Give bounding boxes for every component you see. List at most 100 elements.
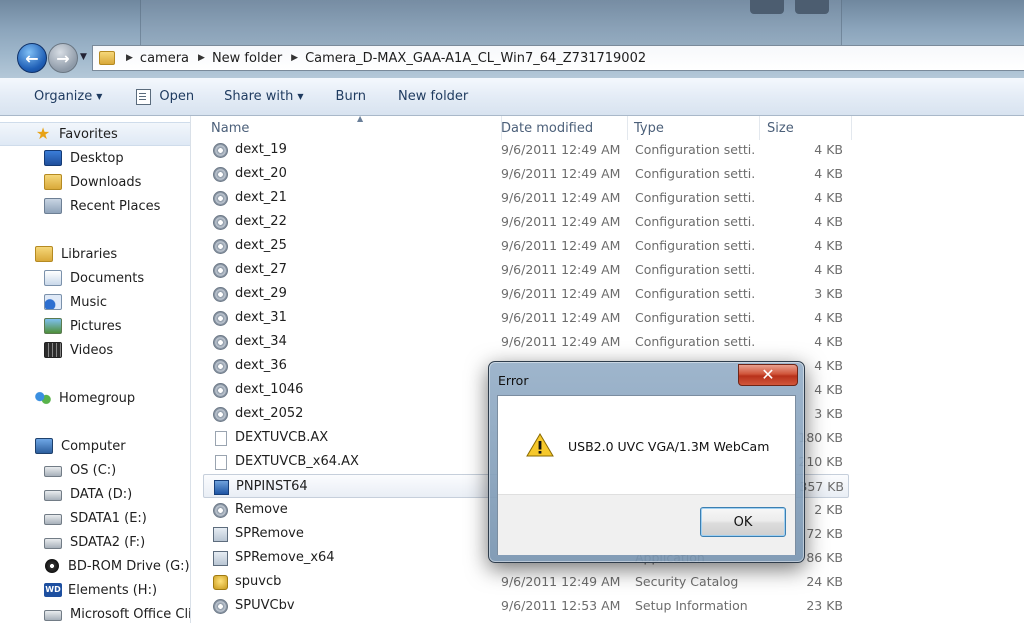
sidebar-item-office-click[interactable]: Microsoft Office Click xyxy=(0,603,190,623)
settings-file-icon xyxy=(213,143,228,158)
file-size: 24 KB xyxy=(806,574,843,589)
breadcrumb-camera[interactable]: camera xyxy=(140,51,189,66)
drive-icon xyxy=(44,490,62,501)
pictures-icon xyxy=(44,318,62,334)
sidebar-item-os-c[interactable]: OS (C:) xyxy=(0,459,190,481)
settings-file-icon xyxy=(213,503,228,518)
sidebar-item-label: SDATA1 (E:) xyxy=(70,510,147,526)
table-row[interactable]: dext_34 9/6/2011 12:49 AM Configuration se… xyxy=(203,330,849,354)
sidebar-item-homegroup[interactable]: Homegroup xyxy=(0,387,190,409)
breadcrumb-chevron-icon[interactable]: ▶ xyxy=(291,53,298,63)
file-name: dext_19 xyxy=(235,142,287,157)
sidebar-item-label: Downloads xyxy=(70,174,142,190)
forward-button[interactable]: → xyxy=(48,43,78,73)
sidebar-item-desktop[interactable]: Desktop xyxy=(0,147,190,169)
breadcrumb-chevron-icon[interactable]: ▶ xyxy=(126,53,133,63)
column-header-name[interactable]: ▲ Name xyxy=(203,116,502,140)
sidebar-item-sdata2-f[interactable]: SDATA2 (F:) xyxy=(0,531,190,553)
table-row[interactable]: dext_22 9/6/2011 12:49 AM Configuration se… xyxy=(203,210,849,234)
back-button[interactable]: ← xyxy=(17,43,47,73)
file-size: 4 KB xyxy=(814,238,843,253)
chevron-down-icon: ▼ xyxy=(96,92,103,101)
table-row[interactable]: dext_29 9/6/2011 12:49 AM Configuration se… xyxy=(203,282,849,306)
sidebar-item-label: Recent Places xyxy=(70,198,161,214)
wd-drive-icon: WD xyxy=(44,583,62,597)
sidebar-item-documents[interactable]: Documents xyxy=(0,267,190,289)
file-name: SPUVCbv xyxy=(235,598,295,613)
file-name: dext_31 xyxy=(235,310,287,325)
sidebar-item-bd-rom-g[interactable]: BD-ROM Drive (G:) E xyxy=(0,555,190,577)
breadcrumb-new-folder[interactable]: New folder xyxy=(212,51,282,66)
arrow-left-icon: ← xyxy=(25,48,39,68)
sidebar-item-label: Desktop xyxy=(70,150,124,166)
close-button[interactable]: ✕ xyxy=(738,364,798,386)
sidebar-item-label: BD-ROM Drive (G:) E xyxy=(68,558,191,574)
share-with-button[interactable]: Share with ▼ xyxy=(208,84,317,110)
address-bar[interactable]: ▶ camera ▶ New folder ▶ Camera_D-MAX_GAA… xyxy=(92,45,1024,71)
file-name: dext_25 xyxy=(235,238,287,253)
document-icon xyxy=(136,88,152,105)
drive-icon xyxy=(44,610,62,621)
settings-file-icon xyxy=(213,383,228,398)
blank-file-icon xyxy=(215,455,227,470)
file-size: 4 KB xyxy=(814,334,843,349)
sidebar-item-computer[interactable]: Computer xyxy=(0,435,190,457)
column-header-size[interactable]: Size xyxy=(761,116,852,140)
homegroup-icon xyxy=(35,391,51,405)
table-row[interactable]: SPUVCbv 9/6/2011 12:53 AM Setup Informatio… xyxy=(203,594,849,618)
background-window-control xyxy=(795,0,829,14)
file-date-modified: 9/6/2011 12:49 AM xyxy=(501,286,621,301)
settings-file-icon xyxy=(213,287,228,302)
open-button[interactable]: Open xyxy=(116,84,208,110)
downloads-folder-icon xyxy=(44,174,62,190)
breadcrumb-chevron-icon[interactable]: ▶ xyxy=(198,53,205,63)
table-row[interactable]: dext_19 9/6/2011 12:49 AM Configuration se… xyxy=(203,138,849,162)
settings-file-icon xyxy=(213,263,228,278)
sidebar-item-videos[interactable]: Videos xyxy=(0,339,190,361)
breadcrumb-current-folder[interactable]: Camera_D-MAX_GAA-A1A_CL_Win7_64_Z7317190… xyxy=(305,51,646,66)
new-folder-label: New folder xyxy=(398,89,469,104)
sidebar-item-music[interactable]: Music xyxy=(0,291,190,313)
sidebar-item-label: Microsoft Office Click xyxy=(70,606,190,622)
navigation-pane[interactable]: ★ Favorites Desktop Downloads Recent Pla… xyxy=(0,116,191,623)
file-name: DEXTUVCB_x64.AX xyxy=(235,454,359,469)
column-header-date-modified[interactable]: Date modified xyxy=(495,116,628,140)
videos-icon xyxy=(44,342,62,358)
organize-button[interactable]: Organize ▼ xyxy=(0,84,116,110)
table-row[interactable]: dext_20 9/6/2011 12:49 AM Configuration se… xyxy=(203,162,849,186)
file-date-modified: 9/6/2011 12:49 AM xyxy=(501,190,621,205)
dialog-message-area: USB2.0 UVC VGA/1.3M WebCam xyxy=(498,396,795,494)
sidebar-item-label: OS (C:) xyxy=(70,462,117,478)
sidebar-item-data-d[interactable]: DATA (D:) xyxy=(0,483,190,505)
recent-pages-dropdown[interactable]: ▼ xyxy=(80,52,88,62)
sidebar-item-label: Homegroup xyxy=(59,390,136,406)
blank-file-icon xyxy=(215,431,227,446)
application-window-icon xyxy=(213,551,228,566)
burn-button[interactable]: Burn xyxy=(318,84,381,110)
sidebar-item-elements-h[interactable]: WD Elements (H:) xyxy=(0,579,190,601)
drive-icon xyxy=(44,514,62,525)
column-header-type[interactable]: Type xyxy=(628,116,760,140)
table-row[interactable]: dext_21 9/6/2011 12:49 AM Configuration se… xyxy=(203,186,849,210)
sidebar-item-sdata1-e[interactable]: SDATA1 (E:) xyxy=(0,507,190,529)
file-size: 4 KB xyxy=(814,262,843,277)
table-row[interactable]: dext_25 9/6/2011 12:49 AM Configuration se… xyxy=(203,234,849,258)
settings-file-icon xyxy=(213,359,228,374)
file-size: 23 KB xyxy=(806,598,843,613)
sidebar-item-downloads[interactable]: Downloads xyxy=(0,171,190,193)
sidebar-item-favorites[interactable]: ★ Favorites xyxy=(0,122,190,146)
table-row[interactable]: dext_31 9/6/2011 12:49 AM Configuration se… xyxy=(203,306,849,330)
table-row[interactable]: dext_27 9/6/2011 12:49 AM Configuration se… xyxy=(203,258,849,282)
file-type: Security Catalog xyxy=(635,574,739,589)
file-type: Configuration setti... xyxy=(635,262,755,277)
sidebar-item-recent-places[interactable]: Recent Places xyxy=(0,195,190,217)
sidebar-item-pictures[interactable]: Pictures xyxy=(0,315,190,337)
file-name: dext_34 xyxy=(235,334,287,349)
drive-icon xyxy=(44,538,62,549)
window-title-band: ← → ▼ ▶ camera ▶ New folder ▶ Camera_D-M… xyxy=(0,0,1024,78)
file-date-modified: 9/6/2011 12:49 AM xyxy=(501,166,621,181)
table-row[interactable]: spuvcb 9/6/2011 12:49 AM Security Catalog 2… xyxy=(203,570,849,594)
new-folder-button[interactable]: New folder xyxy=(380,84,482,110)
ok-button[interactable]: OK xyxy=(700,507,786,537)
sidebar-item-libraries[interactable]: Libraries xyxy=(0,243,190,265)
